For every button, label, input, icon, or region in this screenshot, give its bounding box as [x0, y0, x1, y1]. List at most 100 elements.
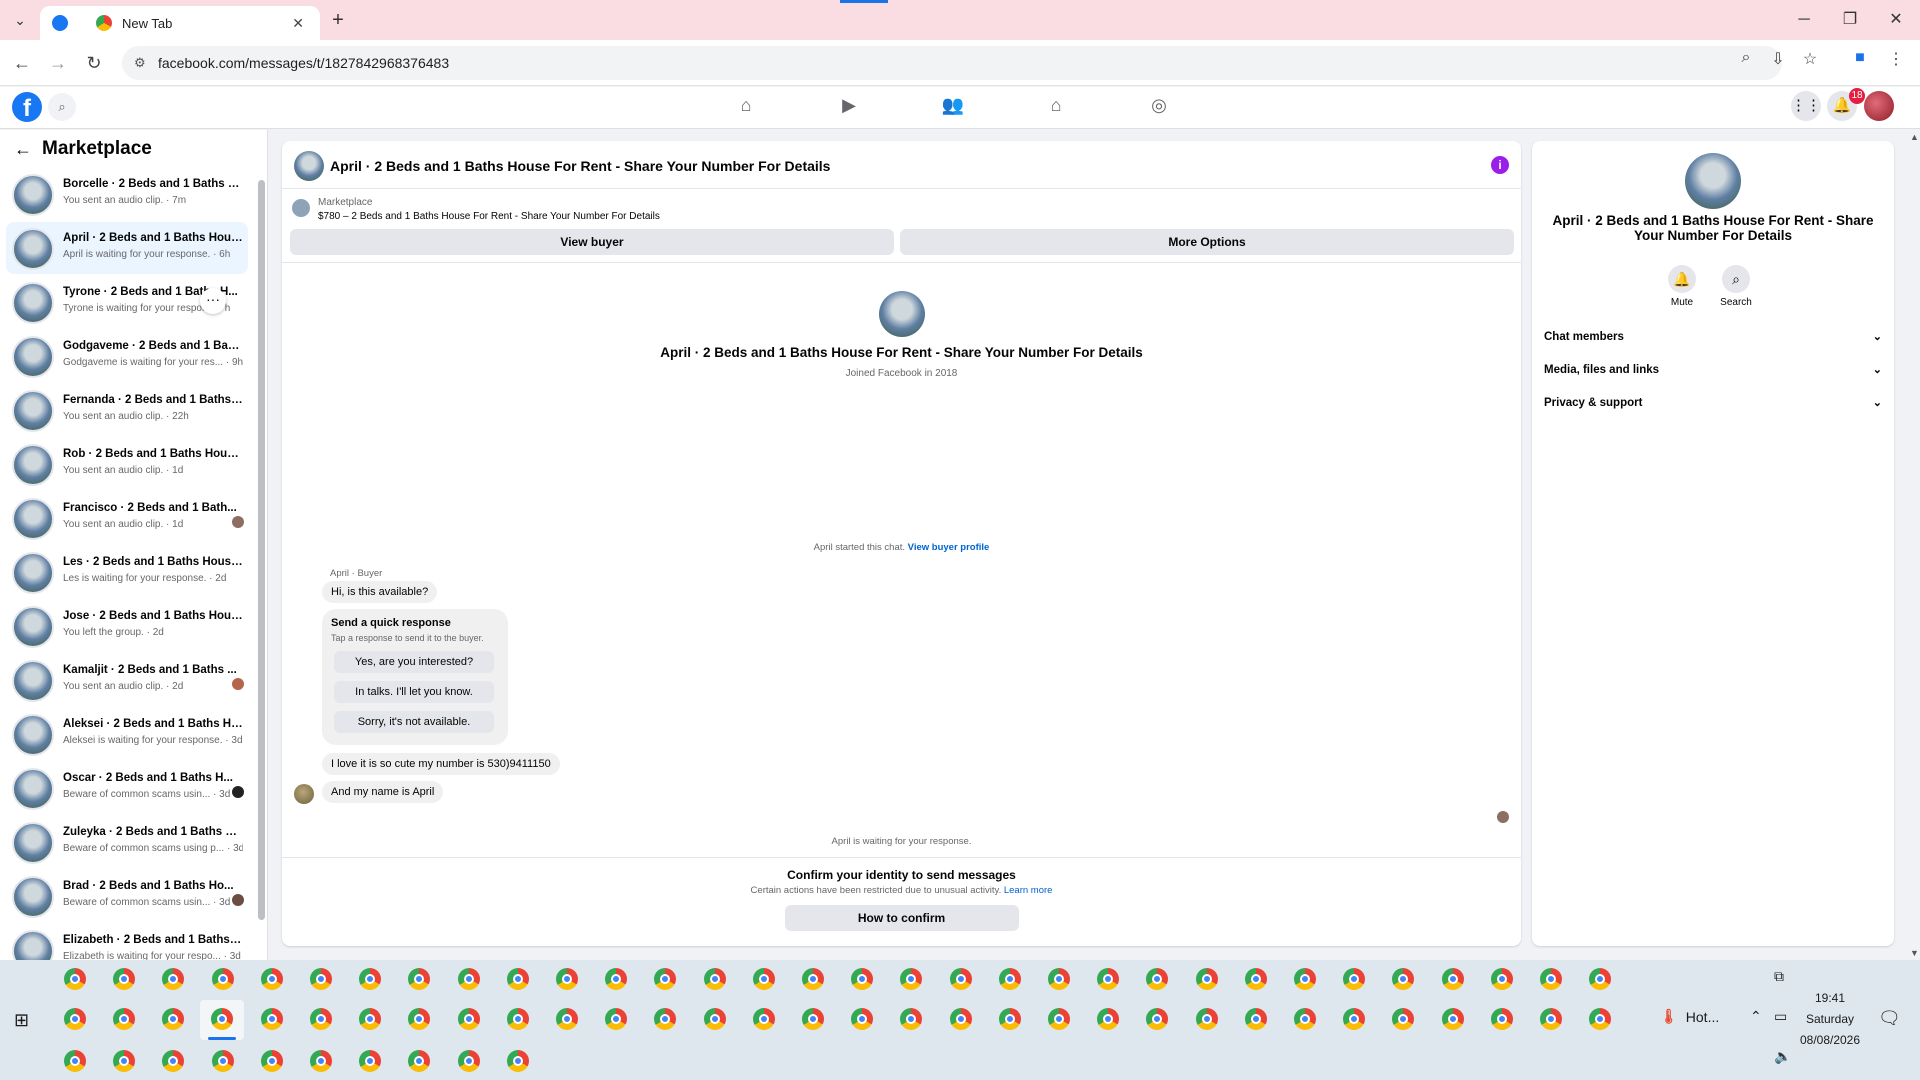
chrome-profile-icon[interactable]	[1392, 968, 1414, 990]
chrome-profile-icon[interactable]	[458, 1008, 480, 1030]
chrome-profile-icon[interactable]	[310, 968, 332, 990]
scroll-down-icon[interactable]: ▼	[1910, 948, 1919, 958]
network-icon[interactable]: ▭	[1774, 1008, 1787, 1025]
section-privacy-support[interactable]: Privacy & support ⌄	[1544, 392, 1882, 414]
conversation-item-zuleyka[interactable]: Zuleyka · 2 Beds and 1 Baths Ho... Bewar…	[6, 816, 248, 868]
chrome-profile-icon[interactable]	[1589, 1008, 1611, 1030]
chrome-profile-icon[interactable]	[605, 968, 627, 990]
chrome-profile-icon[interactable]	[458, 1050, 480, 1072]
chrome-profile-icon[interactable]	[704, 968, 726, 990]
conversation-item-jose[interactable]: Jose · 2 Beds and 1 Baths House... You l…	[6, 600, 248, 652]
volume-icon[interactable]: 🔈	[1774, 1048, 1791, 1065]
conversation-item-april[interactable]: April · 2 Beds and 1 Baths Hous... April…	[6, 222, 248, 274]
chrome-profile-icon[interactable]	[1442, 1008, 1464, 1030]
chrome-profile-icon[interactable]	[999, 1008, 1021, 1030]
chrome-profile-icon[interactable]	[1245, 1008, 1267, 1030]
tab-search-chevron-icon[interactable]: ⌄	[8, 8, 32, 32]
back-button[interactable]: ←	[10, 51, 34, 75]
chrome-profile-icon[interactable]	[261, 1050, 283, 1072]
task-view-icon[interactable]: ⧉	[1774, 968, 1784, 985]
sender-avatar[interactable]	[294, 784, 314, 804]
quick-response-option[interactable]: Yes, are you interested?	[334, 651, 494, 673]
chrome-profile-icon[interactable]	[359, 1008, 381, 1030]
chrome-profile-icon[interactable]	[802, 1008, 824, 1030]
conversation-item-les[interactable]: Les · 2 Beds and 1 Baths House ... Les i…	[6, 546, 248, 598]
chrome-profile-icon[interactable]	[1097, 1008, 1119, 1030]
install-app-icon[interactable]: ⇩	[1768, 49, 1788, 69]
forward-button[interactable]: →	[46, 51, 70, 75]
conversation-item-rob[interactable]: Rob · 2 Beds and 1 Baths House... You se…	[6, 438, 248, 490]
video-icon[interactable]: ▶	[835, 95, 863, 121]
chrome-profile-icon[interactable]	[1196, 968, 1218, 990]
chrome-profile-icon[interactable]	[753, 968, 775, 990]
chrome-profile-icon[interactable]	[1343, 968, 1365, 990]
zoom-icon[interactable]: ⌕	[1736, 49, 1756, 67]
conversation-item-elizabeth[interactable]: Elizabeth · 2 Beds and 1 Baths H... Eliz…	[6, 924, 248, 960]
site-info-icon[interactable]: ⚙	[134, 46, 146, 80]
chrome-profile-icon[interactable]	[851, 968, 873, 990]
chrome-profile-icon[interactable]	[1540, 1008, 1562, 1030]
chrome-profile-icon[interactable]	[1146, 1008, 1168, 1030]
chrome-profile-icon[interactable]	[605, 1008, 627, 1030]
chrome-profile-icon[interactable]	[1245, 968, 1267, 990]
how-to-confirm-button[interactable]: How to confirm	[784, 905, 1019, 931]
conversation-item-godgaveme[interactable]: Godgaveme · 2 Beds and 1 Bath... Godgave…	[6, 330, 248, 382]
chrome-profile-icon[interactable]	[556, 968, 578, 990]
facebook-search-icon[interactable]: ⌕	[48, 93, 76, 121]
section-chat-members[interactable]: Chat members ⌄	[1544, 326, 1882, 348]
listing-title[interactable]: $780 – 2 Beds and 1 Baths House For Rent…	[318, 211, 660, 222]
chrome-profile-icon[interactable]	[212, 1050, 234, 1072]
conversation-options-icon[interactable]: ···	[200, 288, 226, 314]
weather-widget[interactable]: 🌡 Hot...	[1660, 1008, 1719, 1025]
chrome-profile-icon[interactable]	[556, 1008, 578, 1030]
chrome-profile-icon[interactable]	[1146, 968, 1168, 990]
chrome-profile-icon[interactable]	[654, 968, 676, 990]
conversation-item-fernanda[interactable]: Fernanda · 2 Beds and 1 Baths ... You se…	[6, 384, 248, 436]
facebook-logo-icon[interactable]: f	[12, 92, 42, 122]
friends-icon[interactable]: 👥	[939, 95, 967, 121]
chrome-profile-icon[interactable]	[261, 968, 283, 990]
chrome-profile-icon[interactable]	[507, 1050, 529, 1072]
chrome-profile-icon[interactable]	[211, 1008, 233, 1030]
more-options-button[interactable]: More Options	[900, 229, 1514, 255]
chrome-profile-icon[interactable]	[113, 1008, 135, 1030]
notifications-center-icon[interactable]: 🗨	[1878, 1008, 1901, 1029]
conversation-list-scrollbar[interactable]	[258, 170, 266, 950]
chrome-profile-icon[interactable]	[1589, 968, 1611, 990]
quick-response-option[interactable]: Sorry, it's not available.	[334, 711, 494, 733]
windows-start-icon[interactable]: ⊞	[14, 1010, 29, 1031]
chrome-profile-icon[interactable]	[507, 968, 529, 990]
quick-response-option[interactable]: In talks. I'll let you know.	[334, 681, 494, 703]
chrome-profile-icon[interactable]	[1294, 1008, 1316, 1030]
chrome-profile-icon[interactable]	[1048, 1008, 1070, 1030]
view-buyer-button[interactable]: View buyer	[290, 229, 894, 255]
tab-new-tab[interactable]: New Tab ✕	[84, 6, 316, 40]
marketplace-icon[interactable]: ⌂	[1042, 95, 1070, 121]
conversation-item-kamaljit[interactable]: Kamaljit · 2 Beds and 1 Baths ... You se…	[6, 654, 248, 706]
system-clock[interactable]: 19:41 Saturday 08/08/2026	[1795, 988, 1865, 1051]
chat-listing-thumbnail[interactable]	[294, 151, 324, 181]
chrome-profile-icon[interactable]	[162, 968, 184, 990]
chrome-profile-icon[interactable]	[1442, 968, 1464, 990]
chrome-profile-icon[interactable]	[408, 968, 430, 990]
view-buyer-profile-link[interactable]: View buyer profile	[908, 542, 990, 553]
chrome-profile-icon[interactable]	[162, 1008, 184, 1030]
chrome-profile-icon[interactable]	[359, 968, 381, 990]
chrome-profile-icon[interactable]	[408, 1050, 430, 1072]
chrome-profile-icon[interactable]	[64, 968, 86, 990]
account-avatar[interactable]	[1864, 91, 1894, 121]
chrome-profile-icon[interactable]	[654, 1008, 676, 1030]
bookmark-star-icon[interactable]: ☆	[1800, 49, 1820, 69]
reload-button[interactable]: ↻	[82, 51, 106, 75]
show-hidden-icons-chevron-icon[interactable]: ⌃	[1750, 1008, 1762, 1025]
chrome-profile-icon[interactable]	[900, 1008, 922, 1030]
chrome-profile-icon[interactable]	[359, 1050, 381, 1072]
scrollbar-thumb[interactable]	[258, 180, 265, 920]
close-window-button[interactable]: ✕	[1876, 6, 1916, 34]
chrome-profile-icon[interactable]	[1540, 968, 1562, 990]
chrome-profile-icon[interactable]	[1392, 1008, 1414, 1030]
chrome-profile-icon[interactable]	[113, 968, 135, 990]
chrome-profile-icon[interactable]	[950, 1008, 972, 1030]
restore-button[interactable]: ❐	[1830, 6, 1870, 34]
conversation-item-oscar[interactable]: Oscar · 2 Beds and 1 Baths H... Beware o…	[6, 762, 248, 814]
